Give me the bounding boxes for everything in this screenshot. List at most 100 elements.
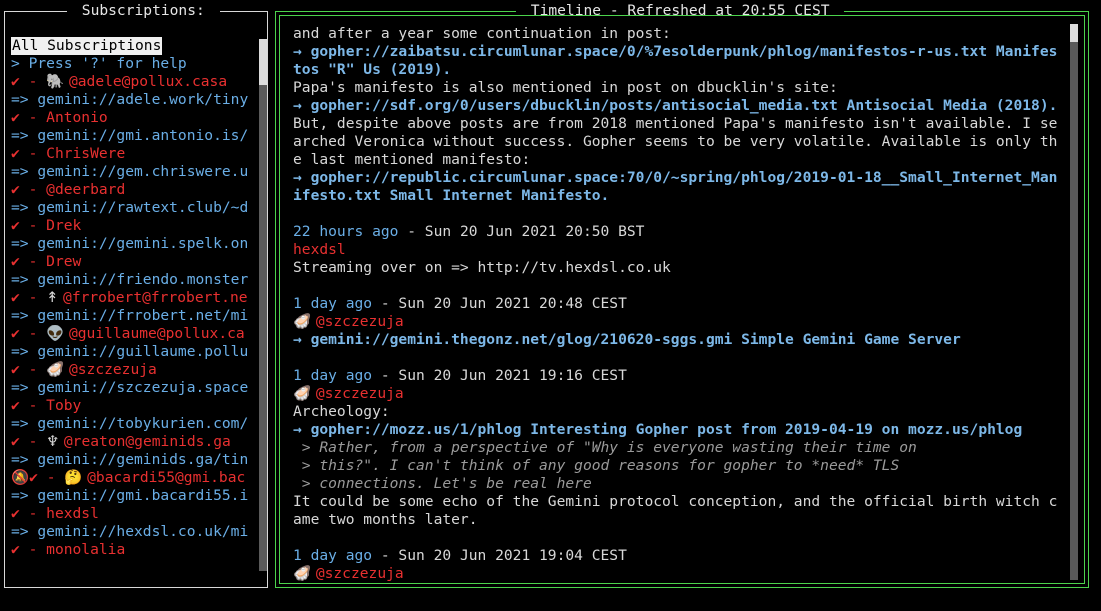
avatar-emoji-icon: ↟ xyxy=(46,289,64,306)
post-timestamp: - Sun 20 Jun 2021 20:48 CEST xyxy=(372,295,627,312)
subscription-url[interactable]: => gemini://hexdsl.co.uk/mi xyxy=(11,523,255,541)
subscription-item[interactable]: ✔ - Toby xyxy=(11,397,255,415)
timeline-content[interactable]: and after a year some continuation in po… xyxy=(293,25,1075,581)
subscription-url[interactable]: => gemini://gemini.spelk.on xyxy=(11,235,255,253)
subscription-name: @frrobert@frrobert.ne xyxy=(63,289,248,306)
post-link[interactable]: tos "R" Us (2019). xyxy=(293,61,1075,79)
post-author-name: @szczezuja xyxy=(315,385,404,402)
post-timestamp: - Sun 20 Jun 2021 19:04 CEST xyxy=(372,547,627,564)
post-text: But, despite above posts are from 2018 m… xyxy=(293,115,1058,132)
subscription-url[interactable]: => gemini://tobykurien.com/ xyxy=(11,415,255,433)
post-link[interactable]: → gopher://zaibatsu.circumlunar.space/0/… xyxy=(293,43,1075,61)
subscription-url[interactable]: => gemini://geminids.ga/tin xyxy=(11,451,255,469)
subscription-item[interactable]: ✔ - ↟ @frrobert@frrobert.ne xyxy=(11,289,255,307)
subscription-url[interactable]: => gemini://rawtext.club/~d xyxy=(11,199,255,217)
post-text: arched Veronica without success. Gopher … xyxy=(293,133,1058,150)
post-date: 1 day ago - Sun 20 Jun 2021 19:04 CEST xyxy=(293,547,1075,565)
post-link[interactable]: → gopher://mozz.us/1/phlog Interesting G… xyxy=(293,421,1075,439)
post-author[interactable]: 🦪 @szczezuja xyxy=(293,565,1075,581)
all-subscriptions-row[interactable]: All Subscriptions xyxy=(11,37,255,55)
subscription-name: @guillaume@pollux.ca xyxy=(68,325,245,342)
post-text: Streaming over on => http://tv.hexdsl.co… xyxy=(293,259,671,276)
subscription-url[interactable]: => gemini://friendo.monster xyxy=(11,271,255,289)
subscription-name: Drew xyxy=(46,253,82,270)
post-link[interactable]: → gemini://gemini.thegonz.net/glog/21062… xyxy=(293,331,1075,349)
post-link[interactable]: → gopher://sdf.org/0/users/dbucklin/post… xyxy=(293,97,1075,115)
post-author-name: @szczezuja xyxy=(315,313,404,330)
subscribed-check: ✔ - xyxy=(11,73,47,90)
subscribed-check: ✔ - xyxy=(11,397,47,414)
avatar-emoji-icon: 🐘 xyxy=(46,73,69,90)
subscription-item[interactable]: ✔ - 🦪 @szczezuja xyxy=(11,361,255,379)
subscription-name: Drek xyxy=(46,217,82,234)
subscription-url[interactable]: => gemini://gmi.antonio.is/ xyxy=(11,127,255,145)
subscriptions-panel: Subscriptions: All Subscriptions > Press… xyxy=(4,2,268,588)
post-relative-time: 1 day ago xyxy=(293,367,373,384)
post-relative-time: 1 day ago xyxy=(293,547,373,564)
avatar-emoji-icon: 🤔 xyxy=(64,469,88,486)
subscription-url[interactable]: => gemini://gem.chriswere.u xyxy=(11,163,255,181)
subscribed-check: ✔ - xyxy=(11,217,47,234)
subscriptions-title: Subscriptions: xyxy=(67,2,220,20)
post-text: Archeology: xyxy=(293,403,390,420)
post-author-name: @szczezuja xyxy=(315,565,404,581)
avatar-emoji-icon: ♆ xyxy=(46,433,64,450)
post-text: e last mentioned manifesto: xyxy=(293,151,531,168)
subscribed-check: 🔕✔ - xyxy=(11,469,65,486)
subscription-item[interactable]: ✔ - monolalia xyxy=(11,541,255,559)
subscription-item[interactable]: ✔ - Antonio xyxy=(11,109,255,127)
subscription-item[interactable]: 🔕✔ - 🤔 @bacardi55@gmi.bac xyxy=(11,469,255,487)
subscriptions-scrollbar[interactable] xyxy=(259,39,267,571)
avatar-emoji-icon: 🦪 xyxy=(46,361,69,378)
subscription-item[interactable]: ✔ - hexdsl xyxy=(11,505,255,523)
post-text: Papa's manifesto is also mentioned in po… xyxy=(293,79,838,96)
timeline-scrollbar[interactable] xyxy=(1070,24,1078,580)
subscribed-check: ✔ - xyxy=(11,289,47,306)
subscribed-check: ✔ - xyxy=(11,145,47,162)
post-relative-time: 1 day ago xyxy=(293,295,373,312)
subscription-url[interactable]: => gemini://gmi.bacardi55.i xyxy=(11,487,255,505)
subscription-name: @szczezuja xyxy=(68,361,157,378)
post-relative-time: 22 hours ago xyxy=(293,223,399,240)
post-author[interactable]: 🦪 @szczezuja xyxy=(293,385,1075,403)
subscription-url[interactable]: => gemini://adele.work/tiny xyxy=(11,91,255,109)
all-subscriptions-item[interactable]: All Subscriptions xyxy=(11,37,163,55)
post-author[interactable]: 🦪 @szczezuja xyxy=(293,313,1075,331)
post-text: ame two months later. xyxy=(293,511,478,528)
post-date: 1 day ago - Sun 20 Jun 2021 19:16 CEST xyxy=(293,367,1075,385)
subscription-item[interactable]: ✔ - 👽 @guillaume@pollux.ca xyxy=(11,325,255,343)
subscription-url[interactable]: => gemini://frrobert.net/mi xyxy=(11,307,255,325)
timeline-scroll-thumb[interactable] xyxy=(1070,24,1078,42)
subscribed-check: ✔ - xyxy=(11,433,47,450)
subscriptions-scroll-thumb[interactable] xyxy=(259,39,267,85)
subscription-url[interactable]: => gemini://guillaume.pollu xyxy=(11,343,255,361)
subscriptions-list[interactable]: All Subscriptions > Press '?' for help ✔… xyxy=(11,37,255,577)
subscription-item[interactable]: ✔ - Drew xyxy=(11,253,255,271)
subscription-name: ChrisWere xyxy=(46,145,126,162)
author-avatar-icon: 🦪 xyxy=(293,385,316,402)
post-quote: > connections. Let's be real here xyxy=(293,475,592,492)
subscription-url[interactable]: => gemini://szczezuja.space xyxy=(11,379,255,397)
author-avatar-icon: 🦪 xyxy=(293,565,316,581)
subscription-item[interactable]: ✔ - ChrisWere xyxy=(11,145,255,163)
post-link[interactable]: ifesto.txt Small Internet Manifesto. xyxy=(293,187,1075,205)
subscribed-check: ✔ - xyxy=(11,325,47,342)
post-author[interactable]: hexdsl xyxy=(293,241,1075,259)
subscription-item[interactable]: ✔ - ♆ @reaton@geminids.ga xyxy=(11,433,255,451)
subscription-item[interactable]: ✔ - @deerbard xyxy=(11,181,255,199)
author-avatar-icon: 🦪 xyxy=(293,313,316,330)
post-date: 1 day ago - Sun 20 Jun 2021 20:48 CEST xyxy=(293,295,1075,313)
subscribed-check: ✔ - xyxy=(11,361,47,378)
subscription-name: hexdsl xyxy=(46,505,99,522)
subscribed-check: ✔ - xyxy=(11,181,47,198)
subscription-item[interactable]: ✔ - Drek xyxy=(11,217,255,235)
avatar-emoji-icon: 👽 xyxy=(46,325,69,342)
post-quote: > this?". I can't think of any good reas… xyxy=(293,457,900,474)
post-timestamp: - Sun 20 Jun 2021 19:16 CEST xyxy=(372,367,627,384)
subscription-item[interactable]: ✔ - 🐘 @adele@pollux.casa xyxy=(11,73,255,91)
subscribed-check: ✔ - xyxy=(11,109,47,126)
post-author-name: hexdsl xyxy=(293,241,346,258)
post-link[interactable]: → gopher://republic.circumlunar.space:70… xyxy=(293,169,1075,187)
